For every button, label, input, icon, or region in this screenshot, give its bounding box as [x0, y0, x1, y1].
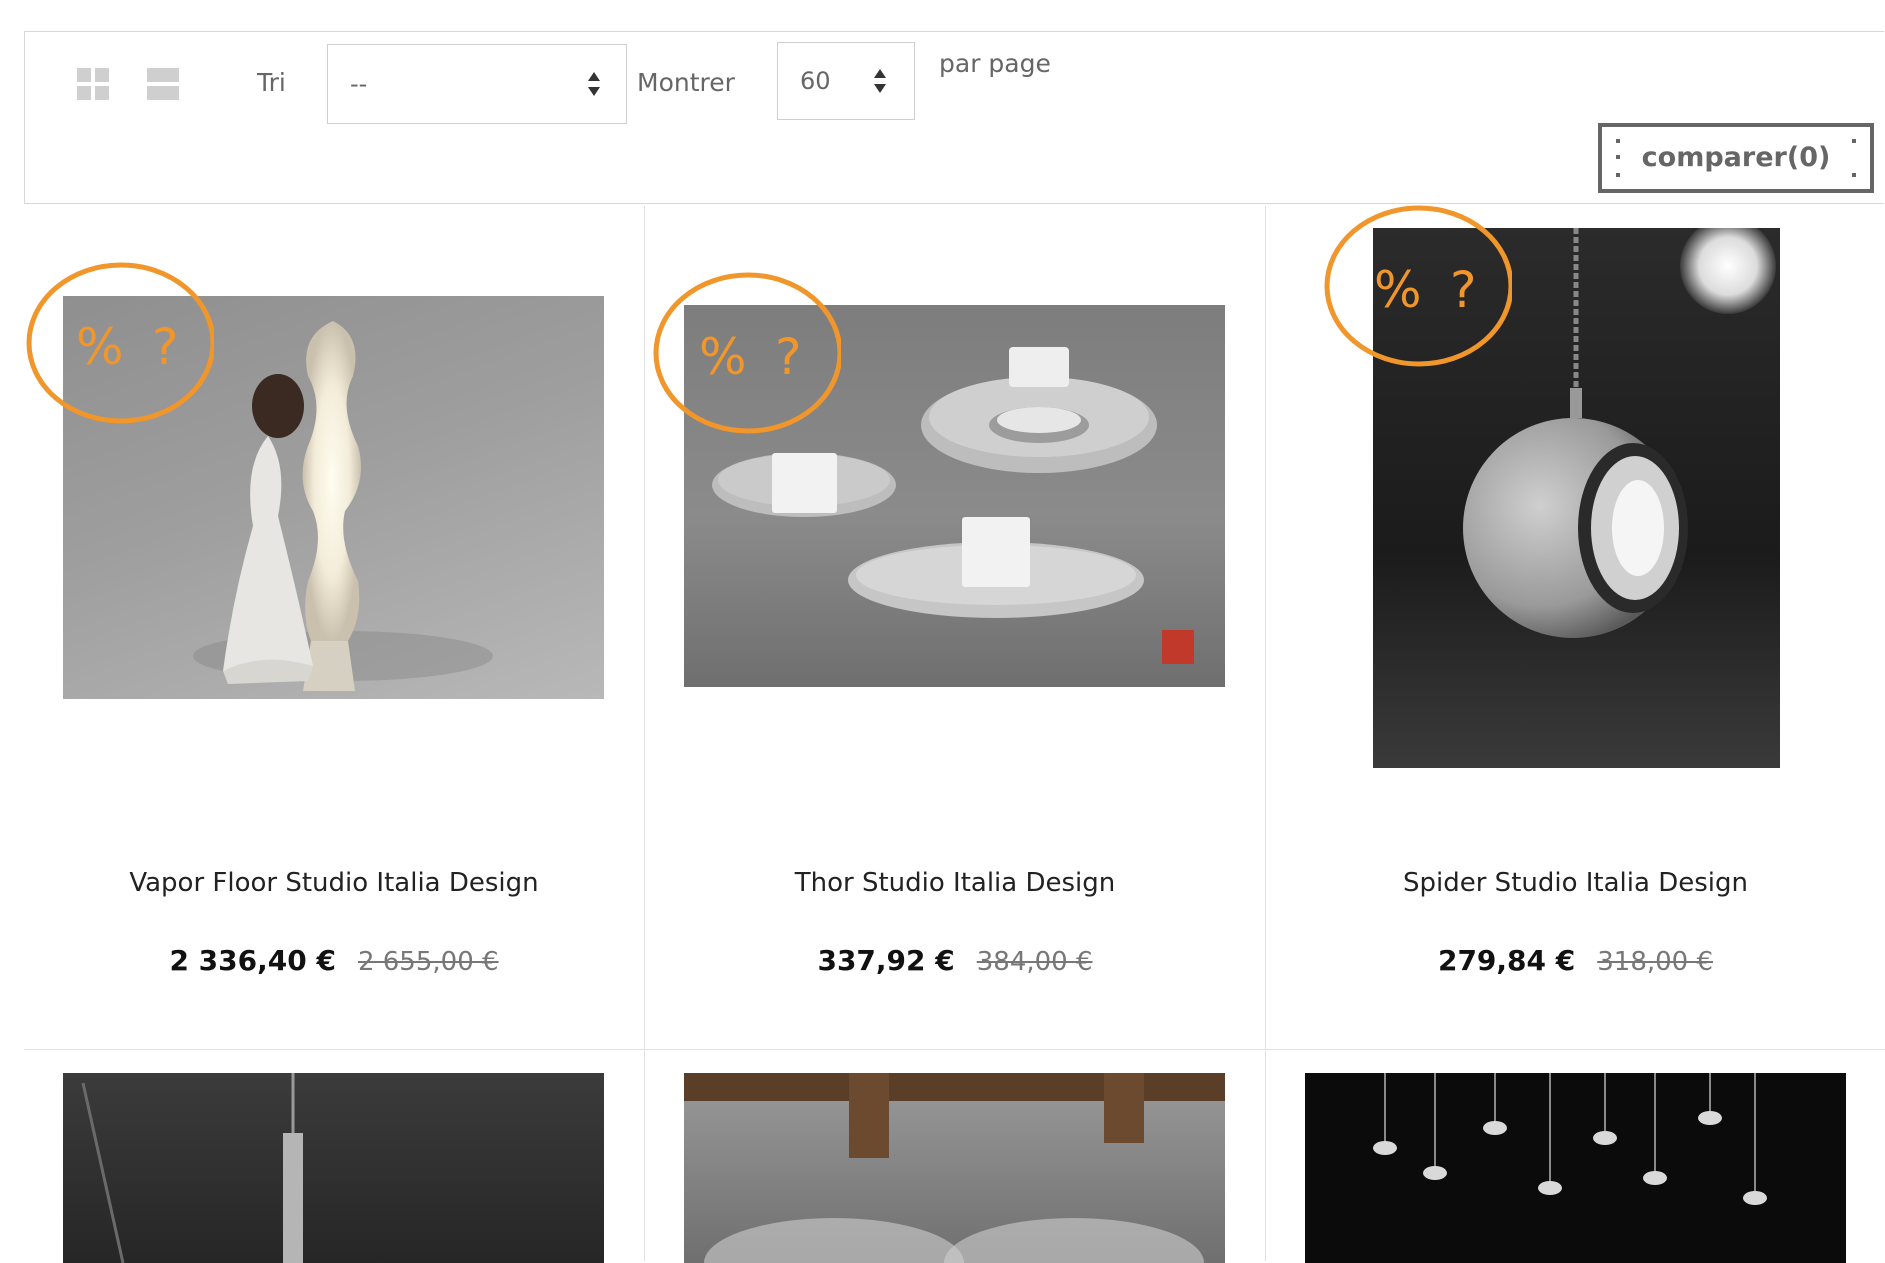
sort-select[interactable]: -- — [327, 44, 627, 124]
compare-label: comparer(0) — [1641, 142, 1831, 173]
chevron-updown-icon — [874, 69, 886, 93]
svg-text:?: ? — [1450, 261, 1477, 319]
show-label: Montrer — [637, 68, 735, 97]
svg-text:%: % — [699, 328, 747, 386]
discount-badge-icon: % ? — [24, 260, 216, 426]
product-name[interactable]: Thor Studio Italia Design — [645, 868, 1265, 898]
product-name[interactable]: Vapor Floor Studio Italia Design — [24, 868, 644, 898]
product-image[interactable] — [684, 1073, 1225, 1263]
current-price: 337,92 € — [817, 944, 955, 977]
list-view-icon[interactable] — [147, 68, 179, 100]
product-card[interactable] — [1266, 1051, 1885, 1263]
current-price: 2 336,40 € — [169, 944, 336, 977]
compare-button[interactable]: comparer(0) — [1598, 123, 1874, 193]
product-image[interactable] — [1305, 1073, 1846, 1263]
svg-text:%: % — [1374, 261, 1422, 319]
per-page-select[interactable]: 60 — [777, 42, 915, 120]
per-page-suffix: par page — [939, 49, 1051, 78]
current-price: 279,84 € — [1437, 944, 1576, 977]
svg-text:%: % — [76, 318, 124, 376]
product-price: 337,92 € 384,00 € — [645, 944, 1265, 977]
product-card[interactable]: % ? Thor Studio Italia Design 337,92 € 38… — [645, 206, 1266, 1050]
product-price: 279,84 € 318,00 € — [1266, 944, 1885, 977]
product-card[interactable] — [645, 1051, 1266, 1263]
per-page-select-value: 60 — [800, 67, 831, 95]
svg-text:?: ? — [152, 318, 179, 376]
old-price: 2 655,00 € — [357, 947, 499, 977]
product-card[interactable]: % ? Spider Studio Italia Design 279,84 €… — [1266, 203, 1885, 1050]
old-price: 318,00 € — [1597, 947, 1714, 977]
old-price: 384,00 € — [976, 947, 1093, 977]
product-image[interactable] — [63, 1073, 604, 1263]
product-price: 2 336,40 € 2 655,00 € — [24, 944, 644, 977]
product-card[interactable]: % ? Vapor Floor Studio Italia Design 2 3… — [24, 206, 645, 1050]
discount-badge-icon: % ? — [1322, 203, 1514, 369]
grid-view-icon[interactable] — [77, 68, 109, 100]
sort-select-value: -- — [350, 70, 368, 98]
chevron-updown-icon — [588, 72, 600, 96]
product-name[interactable]: Spider Studio Italia Design — [1266, 868, 1885, 898]
svg-text:?: ? — [775, 328, 802, 386]
product-card[interactable] — [24, 1051, 645, 1263]
discount-badge-icon: % ? — [651, 270, 843, 436]
sort-label: Tri — [257, 68, 286, 97]
